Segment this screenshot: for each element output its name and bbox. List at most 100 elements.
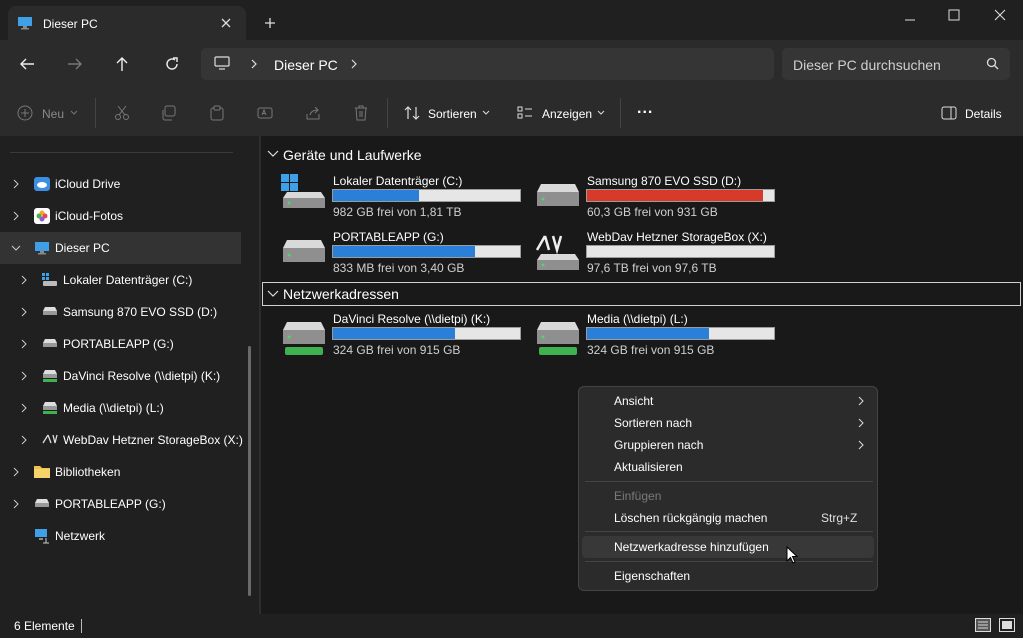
menu-item-gruppieren-nach[interactable]: Gruppieren nach bbox=[614, 438, 703, 452]
drive-name: Media (\\dietpi) (L:) bbox=[587, 312, 688, 326]
details-view-icon[interactable] bbox=[975, 618, 991, 632]
chevron-right-icon bbox=[858, 440, 864, 450]
toolbar-divider bbox=[95, 98, 96, 128]
command-bar bbox=[0, 90, 1023, 137]
chevron-right-icon[interactable] bbox=[12, 499, 20, 509]
chevron-down-icon[interactable] bbox=[267, 150, 279, 158]
new-button[interactable]: Neu bbox=[42, 107, 64, 121]
search-placeholder: Dieser PC durchsuchen bbox=[793, 57, 941, 73]
chevron-right-icon[interactable] bbox=[12, 211, 20, 221]
sidebar-item-label: iCloud Drive bbox=[55, 177, 121, 191]
chevron-right-icon[interactable] bbox=[20, 435, 28, 445]
chevron-right-icon[interactable] bbox=[20, 275, 28, 285]
chevron-right-icon[interactable] bbox=[20, 307, 28, 317]
toolbar-divider bbox=[387, 98, 388, 128]
photos-icon bbox=[34, 208, 50, 224]
more-options-button[interactable]: ... bbox=[637, 100, 653, 118]
delete-icon[interactable] bbox=[353, 105, 369, 121]
sort-button[interactable]: Sortieren bbox=[428, 107, 477, 121]
copy-icon[interactable] bbox=[161, 105, 177, 121]
refresh-icon[interactable] bbox=[164, 56, 180, 72]
icloud-icon bbox=[34, 177, 50, 191]
drive-name: Lokaler Datenträger (C:) bbox=[333, 174, 463, 188]
menu-item-netzwerkadresse-hinzufuegen[interactable]: Netzwerkadresse hinzufügen bbox=[614, 540, 769, 554]
drive-icon bbox=[34, 498, 50, 508]
minimize-icon[interactable] bbox=[904, 14, 916, 26]
drive-icon[interactable] bbox=[281, 238, 327, 266]
menu-item-undo-delete[interactable]: Löschen rückgängig machen bbox=[614, 511, 767, 525]
drive-usage-bar bbox=[332, 245, 521, 258]
chevron-right-icon[interactable] bbox=[250, 58, 258, 70]
close-tab-icon[interactable] bbox=[220, 17, 232, 29]
sidebar-item-label: DaVinci Resolve (\\dietpi) (K:) bbox=[63, 369, 221, 383]
back-icon[interactable] bbox=[19, 57, 35, 71]
drive-icon bbox=[42, 338, 58, 348]
drive-info: 833 MB frei von 3,40 GB bbox=[333, 261, 465, 275]
system-drive-icon[interactable] bbox=[281, 174, 327, 210]
chevron-right-icon[interactable] bbox=[20, 339, 28, 349]
chevron-right-icon bbox=[858, 396, 864, 406]
view-button[interactable]: Anzeigen bbox=[542, 107, 592, 121]
tiles-view-icon[interactable] bbox=[999, 618, 1015, 632]
chevron-right-icon[interactable] bbox=[20, 371, 28, 381]
group-header-network[interactable]: Netzwerkadressen bbox=[283, 286, 399, 302]
sidebar-item-label: Samsung 870 EVO SSD (D:) bbox=[63, 305, 218, 319]
menu-item-sortieren-nach[interactable]: Sortieren nach bbox=[614, 416, 692, 430]
chevron-right-icon[interactable] bbox=[20, 403, 28, 413]
chevron-down-icon bbox=[70, 110, 78, 116]
sidebar-item-label: Dieser PC bbox=[55, 241, 110, 255]
chevron-right-icon[interactable] bbox=[350, 58, 358, 70]
new-tab-icon[interactable] bbox=[264, 17, 276, 29]
chevron-down-icon[interactable] bbox=[11, 244, 21, 252]
chevron-right-icon[interactable] bbox=[12, 467, 20, 477]
drive-usage-fill bbox=[333, 328, 455, 339]
menu-shortcut: Strg+Z bbox=[821, 511, 858, 525]
close-window-icon[interactable] bbox=[994, 9, 1006, 21]
network-drive-icon[interactable] bbox=[281, 320, 327, 358]
up-icon[interactable] bbox=[115, 56, 129, 72]
toolbar-divider bbox=[620, 98, 621, 128]
drive-usage-fill bbox=[587, 190, 763, 201]
sort-icon[interactable] bbox=[404, 105, 420, 121]
tab-title: Dieser PC bbox=[43, 17, 98, 31]
menu-item-einfuegen[interactable]: Einfügen bbox=[614, 489, 661, 503]
chevron-right-icon[interactable] bbox=[12, 179, 20, 189]
menu-item-ansicht[interactable]: Ansicht bbox=[614, 394, 653, 408]
cut-icon[interactable] bbox=[114, 105, 130, 121]
rename-icon[interactable] bbox=[257, 105, 273, 121]
sidebar-scrollbar[interactable] bbox=[248, 346, 251, 596]
menu-item-eigenschaften[interactable]: Eigenschaften bbox=[614, 569, 690, 583]
details-pane-icon[interactable] bbox=[941, 106, 957, 120]
maximize-icon[interactable] bbox=[948, 9, 960, 21]
view-icon[interactable] bbox=[517, 106, 533, 120]
group-header-devices[interactable]: Geräte und Laufwerke bbox=[283, 147, 422, 163]
forward-icon[interactable] bbox=[67, 57, 83, 71]
menu-divider bbox=[585, 531, 873, 532]
chevron-down-icon[interactable] bbox=[267, 290, 279, 298]
sidebar-item-label: Lokaler Datenträger (C:) bbox=[63, 273, 193, 287]
drive-usage-bar bbox=[586, 245, 775, 258]
status-bar bbox=[0, 614, 1023, 638]
drive-usage-bar bbox=[332, 327, 521, 340]
details-button[interactable]: Details bbox=[965, 107, 1002, 121]
drive-icon[interactable] bbox=[535, 182, 581, 210]
drive-info: 324 GB frei von 915 GB bbox=[333, 343, 461, 357]
chevron-right-icon bbox=[858, 418, 864, 428]
folder-icon bbox=[34, 464, 50, 478]
menu-item-aktualisieren[interactable]: Aktualisieren bbox=[614, 460, 683, 474]
new-icon[interactable] bbox=[17, 105, 33, 121]
webdav-drive-icon[interactable] bbox=[535, 234, 581, 272]
status-divider bbox=[81, 619, 82, 633]
drive-info: 324 GB frei von 915 GB bbox=[587, 343, 715, 357]
paste-icon[interactable] bbox=[209, 105, 225, 121]
sidebar-item-label: iCloud-Fotos bbox=[55, 209, 124, 223]
item-count: 6 Elemente bbox=[14, 619, 75, 633]
breadcrumb-dieser-pc[interactable]: Dieser PC bbox=[274, 57, 338, 73]
drive-info: 60,3 GB frei von 931 GB bbox=[587, 205, 718, 219]
search-icon[interactable] bbox=[986, 57, 999, 70]
network-drive-icon[interactable] bbox=[535, 320, 581, 358]
drive-usage-fill bbox=[333, 190, 420, 201]
share-icon[interactable] bbox=[305, 105, 321, 121]
chevron-down-icon bbox=[597, 110, 605, 116]
drive-name: WebDav Hetzner StorageBox (X:) bbox=[587, 230, 767, 244]
